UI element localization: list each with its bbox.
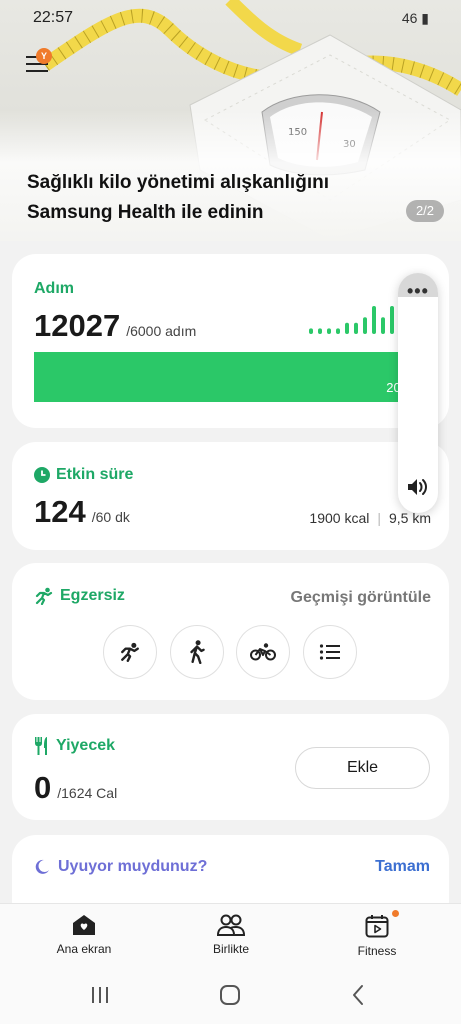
running-button[interactable] [103,625,157,679]
steps-value: 12027 [34,308,121,343]
home-icon [73,915,95,935]
recent-apps-icon[interactable] [90,983,110,1007]
nav-fitness[interactable]: Fitness [322,914,432,958]
exercise-label: Egzersiz [60,587,125,604]
spark-bar [381,317,385,334]
running-icon [121,642,139,662]
moon-icon [35,859,49,874]
nav-together-label: Birlikte [212,942,249,956]
spark-bar [363,317,367,334]
spark-bar [327,328,331,334]
sleep-header: Uyuyor muydunuz? [34,858,207,876]
food-header: Yiyecek [34,737,115,755]
active-time-value-row: 124 /60 dk [34,494,130,530]
steps-progress-bar: 200 [34,352,414,402]
food-goal: /1624 Cal [57,785,118,801]
active-time-value: 124 [34,494,86,529]
spark-bar [390,306,394,334]
steps-card[interactable]: Adım 12027 /6000 adım 200 [12,254,449,428]
add-food-button[interactable]: Ekle [295,747,430,789]
cutlery-icon [35,737,47,755]
hero-title: Sağlıklı kilo yönetimi alışkanlığını Sam… [27,172,329,223]
nav-home-label: Ana ekran [56,942,112,956]
spark-bar [345,322,349,334]
signal-label: 46 [401,10,418,26]
back-icon[interactable] [350,983,366,1007]
nav-fitness-label: Fitness [357,944,397,958]
exercise-card[interactable]: Egzersiz Geçmişi görüntüle [12,563,449,700]
active-time-goal: /60 dk [91,509,130,525]
distance-value: 9,5 km [388,510,431,526]
steps-label: Adım [34,280,74,297]
status-icons: 46 ▮ [402,10,429,27]
food-value-row: 0 /1624 Cal [34,770,117,806]
system-navigation-bar [0,971,461,1024]
notification-badge: Y [36,48,52,64]
steps-value-row: 12027 /6000 adım [34,308,196,344]
home-button-icon[interactable] [219,983,241,1007]
fitness-icon [365,915,389,938]
active-time-label: Etkin süre [56,466,134,483]
stats-separator: | [377,510,381,526]
sleep-done-link[interactable]: Tamam [375,858,430,876]
steps-sparkline [309,306,401,334]
cycling-icon [250,643,276,661]
people-icon [217,914,245,936]
calories-value: 1900 kcal [309,510,370,526]
clock-icon [34,467,50,483]
food-card[interactable]: Yiyecek 0 /1624 Cal Ekle [12,714,449,820]
spark-bar [336,328,340,334]
menu-line [26,70,48,72]
exercise-header: Egzersiz [34,587,125,605]
more-options-icon[interactable]: ••• [407,282,429,300]
nav-home[interactable]: Ana ekran [29,914,139,956]
spark-bar [318,328,322,334]
fitness-notification-dot [392,910,399,917]
walking-icon [190,640,205,664]
walking-button[interactable] [170,625,224,679]
status-time: 22:57 [33,9,74,26]
active-time-header: Etkin süre [34,466,133,484]
exercise-icon [35,587,53,605]
list-icon [319,644,340,660]
sleep-label: Uyuyor muydunuz? [58,858,208,875]
nav-together[interactable]: Birlikte [176,914,286,956]
hero-banner[interactable]: 150 30 22:57 46 ▮ Y Sağlıklı kilo yöneti… [0,0,461,241]
spark-bar [372,306,376,334]
spark-bar [309,328,313,334]
food-label: Yiyecek [56,737,116,754]
battery-icon: ▮ [421,10,429,26]
view-history-link[interactable]: Geçmişi görüntüle [291,589,431,607]
cycling-button[interactable] [236,625,290,679]
exercise-list-button[interactable] [303,625,357,679]
volume-panel[interactable]: ••• [398,273,438,513]
steps-goal: /6000 adım [126,323,197,339]
food-value: 0 [34,770,52,805]
page-indicator: 2/2 [406,200,444,222]
speaker-icon[interactable] [407,477,429,497]
spark-bar [354,322,358,334]
active-time-card[interactable]: Etkin süre 124 /60 dk 1900 kcal | 9,5 km [12,442,449,550]
